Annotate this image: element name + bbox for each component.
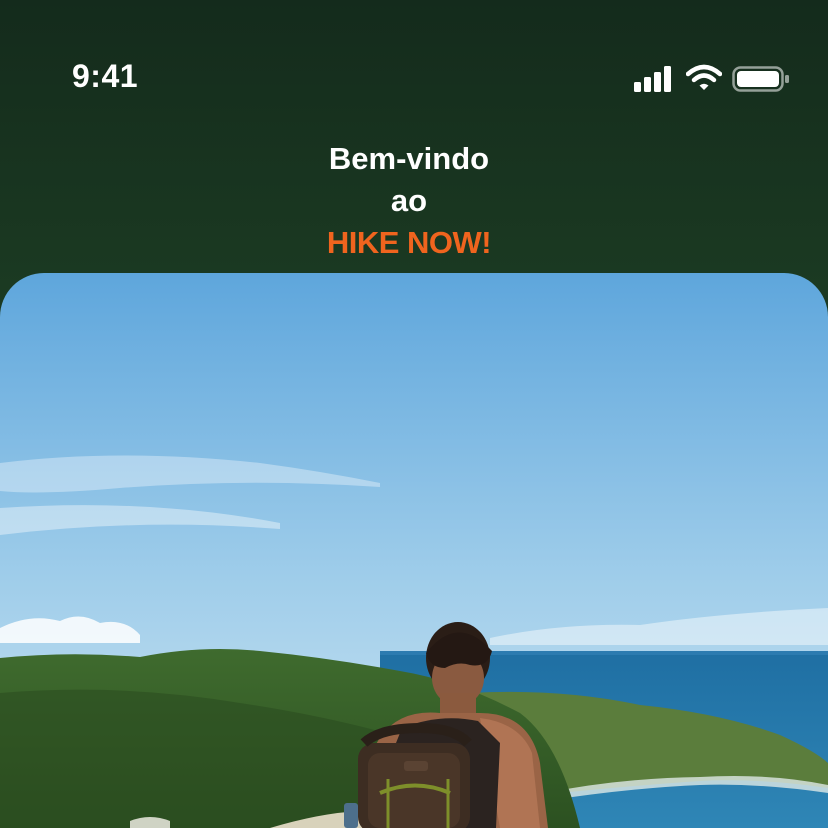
welcome-screen: 9:41 Bem-vindo ao HIKE NOW! [0, 0, 828, 828]
battery-icon [732, 66, 789, 92]
status-time: 9:41 [72, 58, 139, 94]
wifi-icon [686, 64, 722, 90]
brand-name: HIKE NOW! [326, 225, 492, 260]
status-bar: 9:41 [0, 0, 828, 130]
signal-icon [634, 66, 671, 92]
welcome-line-2: ao [390, 183, 428, 218]
welcome-line-1: Bem-vindo [328, 141, 490, 176]
status-icons [634, 64, 794, 94]
hiker-photo [0, 273, 828, 828]
welcome-heading: Bem-vindo ao HIKE NOW! [0, 138, 818, 264]
